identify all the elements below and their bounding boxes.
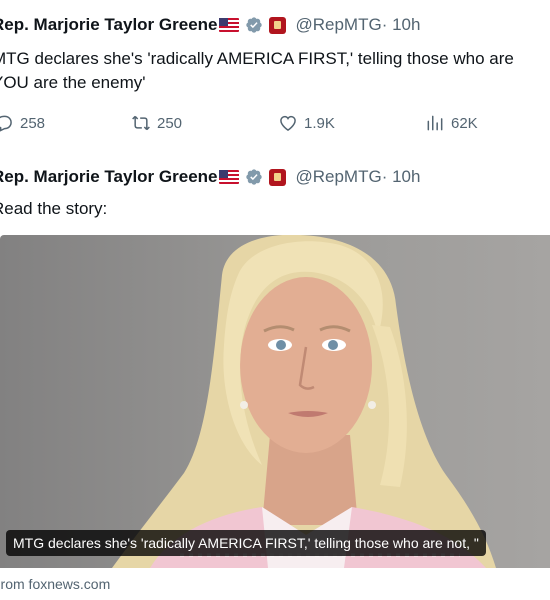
tweet-header: Rep. Marjorie Taylor Greene @RepMTG · 10… [0, 167, 420, 187]
us-flag-icon [219, 170, 240, 184]
portrait-photo [112, 235, 496, 568]
tweet-text-line: Read the story: [0, 199, 108, 218]
views-count: 62K [451, 114, 478, 132]
repost-count: 250 [157, 114, 183, 132]
link-card-image[interactable] [0, 235, 550, 568]
tweet-text-line: YOU are the enemy' [0, 73, 146, 92]
tweet-text: MTG declares she's 'radically AMERICA FI… [0, 47, 550, 95]
heart-icon [280, 115, 296, 131]
reply-button[interactable]: 258 [0, 113, 45, 133]
author-handle[interactable]: @RepMTG [295, 15, 381, 35]
verified-badge-icon[interactable] [245, 168, 263, 186]
reply-count: 258 [20, 114, 46, 132]
verified-badge-icon[interactable] [245, 16, 263, 34]
tweet-actions: 258 250 1.9K 62K [0, 113, 550, 135]
timestamp[interactable]: · 10h [382, 15, 421, 35]
government-badge-icon [269, 16, 287, 34]
timestamp[interactable]: · 10h [382, 167, 421, 187]
reply-icon [0, 115, 12, 132]
tweet-header: Rep. Marjorie Taylor Greene @RepMTG · 10… [0, 15, 420, 35]
author-name[interactable]: Rep. Marjorie Taylor Greene [0, 167, 217, 187]
tweet-text-line: MTG declares she's 'radically AMERICA FI… [0, 49, 514, 68]
link-card-caption[interactable]: MTG declares she's 'radically AMERICA FI… [6, 530, 486, 556]
repost-button[interactable]: 250 [131, 113, 182, 133]
views-chart-icon [427, 115, 443, 131]
author-handle[interactable]: @RepMTG [295, 167, 381, 187]
views-button[interactable]: 62K [425, 113, 478, 133]
us-flag-icon [219, 18, 240, 32]
government-badge-icon [269, 168, 287, 186]
like-button[interactable]: 1.9K [278, 113, 335, 133]
like-count: 1.9K [304, 114, 335, 132]
repost-icon [132, 115, 150, 131]
author-name[interactable]: Rep. Marjorie Taylor Greene [0, 15, 217, 35]
tweet-text: Read the story: [0, 197, 550, 221]
link-card-source[interactable]: From foxnews.com [0, 576, 110, 592]
